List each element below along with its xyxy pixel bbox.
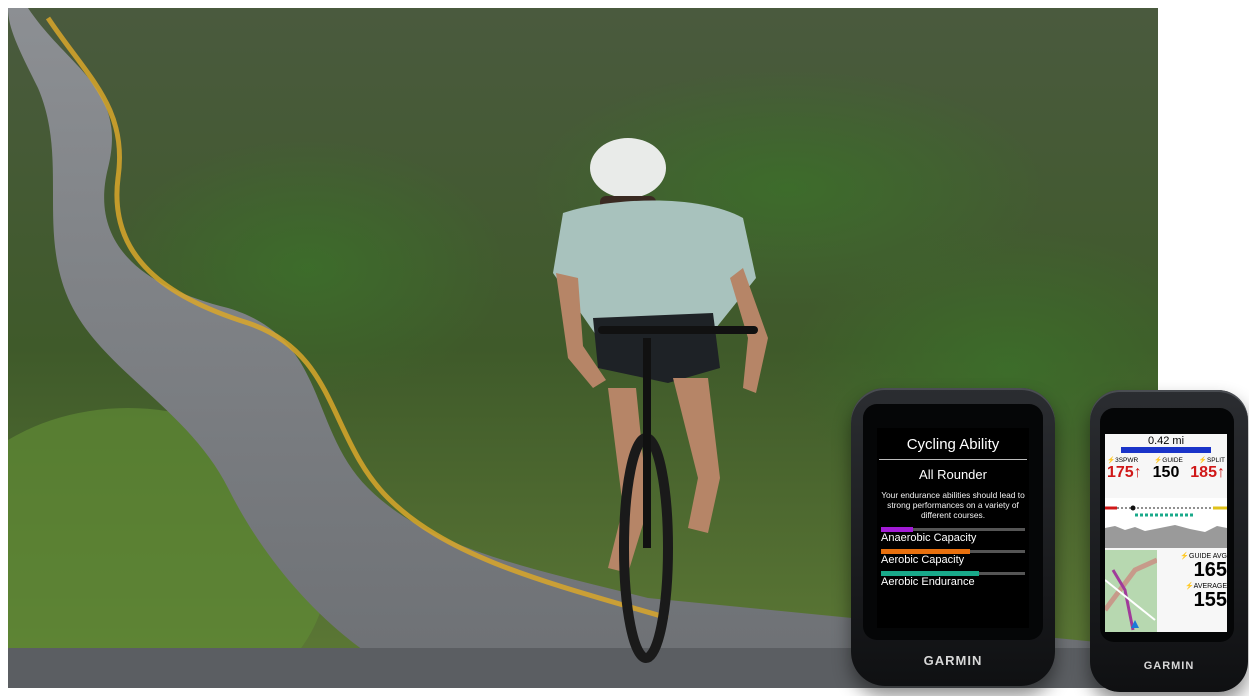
device-screen: Cycling Ability All Rounder Your enduran… bbox=[877, 428, 1029, 628]
ability-profile: All Rounder bbox=[919, 467, 987, 482]
field-labels: ⚡3SPWR ⚡GUIDE ⚡SPLIT bbox=[1107, 456, 1225, 464]
metric-aerobic-capacity: Aerobic Capacity bbox=[881, 548, 1025, 566]
progress-bar bbox=[1121, 447, 1211, 453]
average-value: 155 bbox=[1193, 589, 1227, 611]
distance-readout: 0.42 mi bbox=[1147, 435, 1185, 447]
metric-anaerobic-capacity: Anaerobic Capacity bbox=[881, 526, 1025, 544]
brand-logo: GARMIN bbox=[1143, 660, 1195, 672]
elevation-graph bbox=[1105, 498, 1227, 548]
value-guide: 150 bbox=[1152, 464, 1180, 481]
ability-description: Your endurance abilities should lead to … bbox=[881, 490, 1025, 520]
value-split: 185↑ bbox=[1190, 464, 1225, 481]
field-label-split: ⚡SPLIT bbox=[1198, 457, 1225, 464]
screen-title: Cycling Ability bbox=[906, 436, 1000, 453]
brand-logo: GARMIN bbox=[923, 653, 983, 668]
metric-aerobic-endurance: Aerobic Endurance bbox=[881, 570, 1025, 588]
guide-avg-value: 165 bbox=[1193, 559, 1227, 581]
metric-label: Aerobic Endurance bbox=[881, 576, 975, 588]
course-map bbox=[1105, 550, 1157, 632]
bike-computer-power-guide: 0.42 mi ⚡3SPWR ⚡GUIDE ⚡SPLIT 175↑ 150 18… bbox=[1090, 390, 1248, 692]
metric-label: Anaerobic Capacity bbox=[881, 532, 977, 544]
title-divider bbox=[879, 459, 1027, 460]
field-values: 175↑ 150 185↑ bbox=[1107, 464, 1225, 482]
bike-computer-cycling-ability: Cycling Ability All Rounder Your enduran… bbox=[851, 388, 1055, 686]
field-label-guide: ⚡GUIDE bbox=[1154, 457, 1183, 464]
power-fields: ⚡GUIDE AVG 165 ⚡AVERAGE 155 bbox=[1159, 552, 1227, 610]
device-screen: 0.42 mi ⚡3SPWR ⚡GUIDE ⚡SPLIT 175↑ 150 18… bbox=[1105, 434, 1227, 632]
value-3s-power: 175↑ bbox=[1107, 464, 1142, 481]
field-label-3s-power: ⚡3SPWR bbox=[1107, 457, 1139, 464]
metric-label: Aerobic Capacity bbox=[881, 554, 965, 566]
